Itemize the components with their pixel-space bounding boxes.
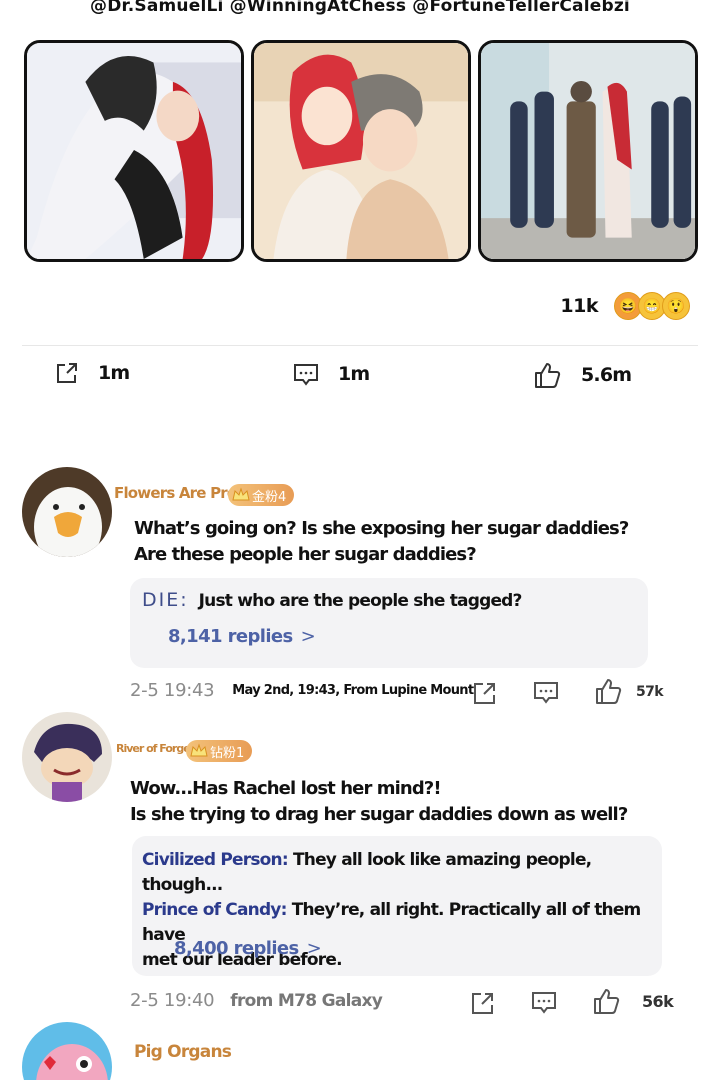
comment-date: 2-5 19:43: [130, 680, 215, 701]
badge-label: 金粉4: [252, 489, 287, 505]
avatar[interactable]: [22, 1022, 112, 1080]
share-count: 1m: [98, 362, 130, 384]
reply-preview-box[interactable]: Civilized Person: They all look like ama…: [132, 836, 662, 976]
reply-author[interactable]: DIE:: [142, 589, 189, 611]
avatar[interactable]: [22, 467, 112, 557]
divider: [22, 345, 698, 346]
comment-count: 1m: [338, 363, 370, 385]
comment-like-count: 57k: [636, 684, 664, 700]
badge-label: 钻粉1: [210, 745, 245, 761]
comic-panel-1: [24, 40, 244, 262]
reply-count: 8,400 replies: [174, 938, 299, 959]
thumbs-up-icon[interactable]: [592, 986, 622, 1016]
shocked-face-icon: 😲: [662, 292, 690, 320]
like-count: 5.6m: [581, 364, 632, 386]
thumbs-up-icon: [535, 363, 561, 388]
reply-preview: Civilized Person: They all look like ama…: [142, 848, 662, 898]
reply-preview-box[interactable]: DIE: Just who are the people she tagged? …: [130, 578, 648, 668]
chevron-right-icon: >: [306, 938, 322, 959]
comment-location: May 2nd, 19:43, From Lupine Mount: [232, 683, 474, 698]
chevron-right-icon: >: [300, 626, 316, 647]
share-icon[interactable]: [470, 990, 496, 1016]
comment-text-line: Wow...Has Rachel lost her mind?!: [130, 778, 442, 799]
avatar[interactable]: [22, 712, 112, 802]
comment-icon[interactable]: [532, 678, 560, 706]
tagged-users-caption: @Dr.SamuelLi @WinningAtChess @FortuneTel…: [90, 0, 630, 16]
reply-preview: DIE: Just who are the people she tagged?: [142, 588, 522, 614]
post-stats-bar: 1m 1m 5.6m: [0, 360, 720, 394]
view-replies-link[interactable]: 8,400 replies >: [174, 938, 322, 959]
comment-meta: 2-5 19:43 May 2nd, 19:43, From Lupine Mo…: [130, 680, 474, 701]
comment-text: What’s going on? Is she exposing her sug…: [134, 516, 629, 568]
like-button[interactable]: 5.6m: [533, 360, 632, 390]
comic-panel-row: [22, 40, 698, 264]
share-icon[interactable]: [472, 680, 498, 706]
comment-location: from M78 Galaxy: [230, 990, 383, 1011]
comment-text-line: What’s going on? Is she exposing her sug…: [134, 518, 629, 539]
comment-meta: 2-5 19:40 from M78 Galaxy: [130, 990, 383, 1011]
reply-author[interactable]: Prince of Candy:: [142, 900, 287, 920]
comment-text-line: Is she trying to drag her sugar daddies …: [130, 804, 628, 825]
comment-username[interactable]: Pig Organs: [134, 1042, 232, 1062]
comment-like-count: 56k: [642, 992, 674, 1011]
reaction-count: 11k: [560, 295, 598, 317]
share-icon: [57, 363, 77, 383]
comment-date: 2-5 19:40: [130, 990, 215, 1011]
crown-icon: [190, 743, 208, 757]
share-button[interactable]: 1m: [54, 360, 130, 386]
reply-author[interactable]: Civilized Person:: [142, 850, 289, 870]
comic-panel-3: [478, 40, 698, 262]
reaction-summary[interactable]: 11k 😆 😁 😲: [560, 290, 692, 322]
comment-text: Wow...Has Rachel lost her mind?! Is she …: [130, 776, 628, 828]
view-replies-link[interactable]: 8,141 replies >: [168, 626, 316, 647]
fan-level-badge: 金粉4: [228, 484, 295, 506]
comic-panel-2: [251, 40, 471, 262]
comment-text-line: Are these people her sugar daddies?: [134, 544, 477, 565]
reply-text: Just who are the people she tagged?: [198, 591, 523, 611]
reaction-emojis: 😆 😁 😲: [614, 290, 692, 322]
comment-button[interactable]: 1m: [292, 360, 370, 388]
fan-level-badge: 钻粉1: [186, 740, 253, 762]
comment-icon[interactable]: [530, 988, 558, 1016]
reply-count: 8,141 replies: [168, 626, 293, 647]
crown-icon: [232, 487, 250, 501]
thumbs-up-icon[interactable]: [594, 676, 624, 706]
comment-icon: [294, 364, 318, 386]
